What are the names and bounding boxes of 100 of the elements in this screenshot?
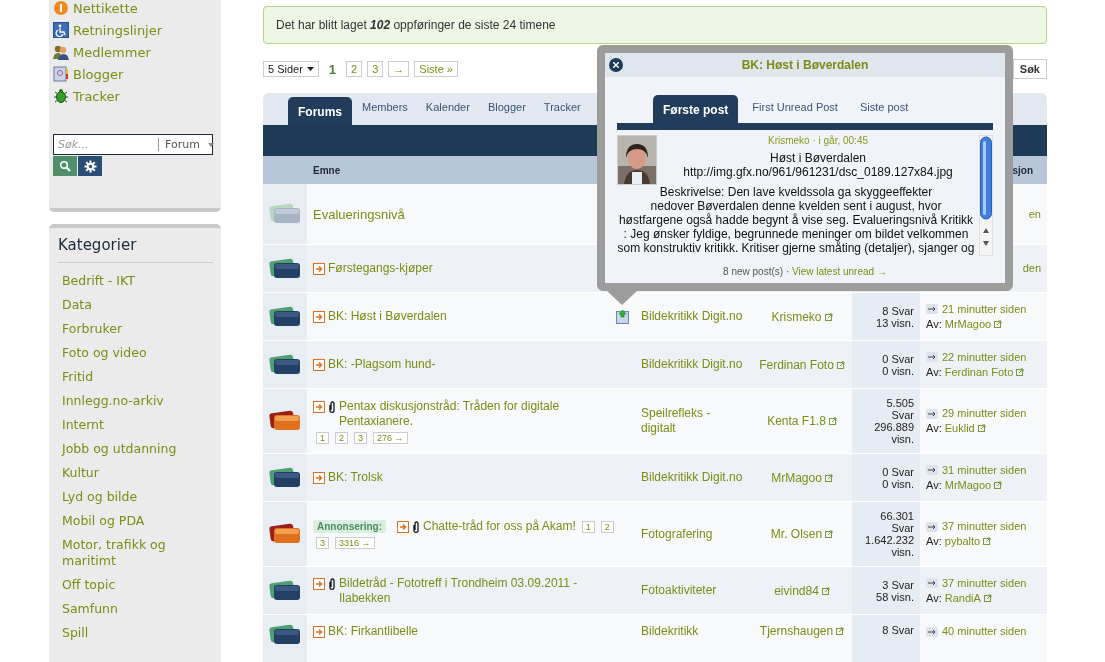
arrow-icon[interactable] [926,408,938,419]
document-arrow-icon[interactable] [313,577,325,590]
document-arrow-icon[interactable] [313,263,325,275]
page-link[interactable]: 276 → [373,431,408,444]
external-link-icon[interactable] [836,360,845,369]
category-link[interactable]: Internt [58,413,213,437]
author-link[interactable]: pybalto [944,535,981,547]
forum-link[interactable]: Fotografering [641,526,746,542]
nav-tab[interactable]: Tracker [535,101,589,125]
nav-tab[interactable]: Members [354,101,416,125]
settings-button[interactable] [78,156,102,176]
last-post-link[interactable]: 40 minutter siden [942,624,1027,639]
popup-tab[interactable]: First Unread Post [744,101,846,123]
category-link[interactable]: Forbruker [58,317,213,341]
author-link[interactable]: RandiA [944,591,981,604]
page-link[interactable]: 2 [346,61,363,77]
thread-title[interactable]: Bildetråd - Fototreff i Trondheim 03.09.2011 - Ilabekken [339,575,629,606]
category-link[interactable]: Foto og video [58,341,213,365]
close-button[interactable] [609,58,623,72]
arrow-icon[interactable] [926,352,938,362]
document-arrow-icon[interactable] [313,472,325,484]
arrow-icon[interactable] [926,465,938,475]
sidebar-link[interactable]: Retningslinjer [53,22,217,38]
last-post-link[interactable]: 31 minutter siden [942,462,1027,478]
document-arrow-icon[interactable] [313,359,325,371]
author-link[interactable]: Ferdinan Foto [944,365,1014,378]
category-link[interactable]: Lyd og bilde [58,485,213,509]
author-link[interactable]: Tjernshaugen [759,624,834,638]
external-link-icon[interactable] [836,627,845,635]
sidebar-link[interactable]: Blogger [53,66,217,82]
column-header[interactable]: Emne [313,164,341,176]
page-link[interactable]: 3 [354,431,368,444]
sidebar-link[interactable]: Medlemmer [53,44,217,60]
category-link[interactable]: Off topic [58,573,213,597]
external-link-icon[interactable] [983,537,992,545]
last-post-link[interactable]: 22 minutter siden [942,349,1027,365]
thread-title[interactable]: BK: Høst i Bøverdalen [328,309,447,324]
external-link-icon[interactable] [994,319,1003,328]
author-link[interactable]: Ferdinan Foto [759,357,834,372]
document-arrow-icon[interactable] [397,521,409,533]
last-post-link[interactable]: 37 minutter siden [942,519,1027,534]
category-link[interactable]: Jobb og utdanning [58,437,213,461]
last-post-link[interactable]: en [1028,206,1041,222]
page-link[interactable]: 3 [316,537,329,549]
external-link-icon[interactable] [828,417,837,425]
latest-unread-link[interactable]: View latest unread → [792,266,887,277]
author-link[interactable]: MrMagoo [771,470,822,485]
external-link-icon[interactable] [1016,367,1025,376]
page-link[interactable]: 2 [335,431,349,444]
document-arrow-icon[interactable] [313,626,325,638]
document-arrow-icon[interactable] [313,400,325,413]
last-post-link[interactable]: 37 minutter siden [942,575,1027,591]
nav-tab[interactable]: Forums [288,97,352,125]
sidebar-link[interactable]: Tracker [53,88,217,104]
forum-link[interactable]: Bildekritikk Digit.no [641,309,746,324]
page-link[interactable]: 2 [600,520,614,533]
category-link[interactable]: Samfunn [58,597,213,621]
category-link[interactable]: Fritid [58,365,213,389]
next-page-link[interactable]: → [388,61,410,77]
page-link[interactable]: 1 [316,431,329,444]
external-link-icon[interactable] [821,586,830,595]
column-header[interactable]: sjon [1012,164,1033,176]
external-link-icon[interactable] [825,530,834,538]
arrow-icon[interactable] [926,578,938,588]
arrow-icon[interactable] [926,521,938,532]
document-arrow-icon[interactable] [313,311,325,323]
page-link[interactable]: 1 [581,520,595,533]
author-link[interactable]: Mr. Olsen [770,527,823,541]
forum-link[interactable]: Speilrefleks - digitalt [641,406,746,436]
forum-link[interactable]: Bildekritikk [641,624,746,639]
category-link[interactable]: Bedrift - IKT [58,269,213,293]
scope-dropdown[interactable]: Forum [158,138,214,151]
thread-title[interactable]: BK: Firkantlibelle [328,624,419,639]
author-link[interactable]: Euklid [944,422,975,434]
external-link-icon[interactable] [824,473,833,482]
forum-link[interactable]: Fotoaktiviteter [641,583,746,598]
author-link[interactable]: Krismeko [771,309,822,324]
last-post-link[interactable]: 21 minutter siden [942,301,1027,317]
thread-title[interactable]: BK: Trolsk [328,470,383,485]
search-field[interactable]: Søk... Forum [53,134,213,155]
page-link[interactable]: 3 [367,61,384,77]
popup-tab[interactable]: Siste post [851,101,917,123]
nav-tab[interactable]: Blogger [479,101,534,125]
search-button[interactable] [53,156,77,176]
external-link-icon[interactable] [994,480,1003,489]
external-link-icon[interactable] [977,424,986,432]
thread-title[interactable]: Chatte-tråd for oss på Akam! [423,519,576,534]
author-link[interactable]: MrMagoo [944,317,992,330]
pages-dropdown[interactable]: 5 Sider [263,61,319,77]
nav-tab[interactable]: Kalender [417,101,478,125]
thread-title[interactable]: Pentax diskusjonstråd: Tråden for digitale Pentaxianere. [339,398,629,429]
scrollbar[interactable] [979,135,993,256]
author-link[interactable]: eivind84 [774,583,819,598]
popup-tab[interactable]: Første post [653,95,739,123]
category-link[interactable]: Mobil og PDA [58,509,213,533]
sidebar-link[interactable]: Nettikette [53,0,217,16]
thread-title[interactable]: BK: -Plagsom hund- [328,357,436,372]
category-link[interactable]: Motor, trafikk og maritimt [58,533,213,573]
search-submit-button[interactable]: Søk [1012,59,1047,79]
external-link-icon[interactable] [824,312,833,321]
